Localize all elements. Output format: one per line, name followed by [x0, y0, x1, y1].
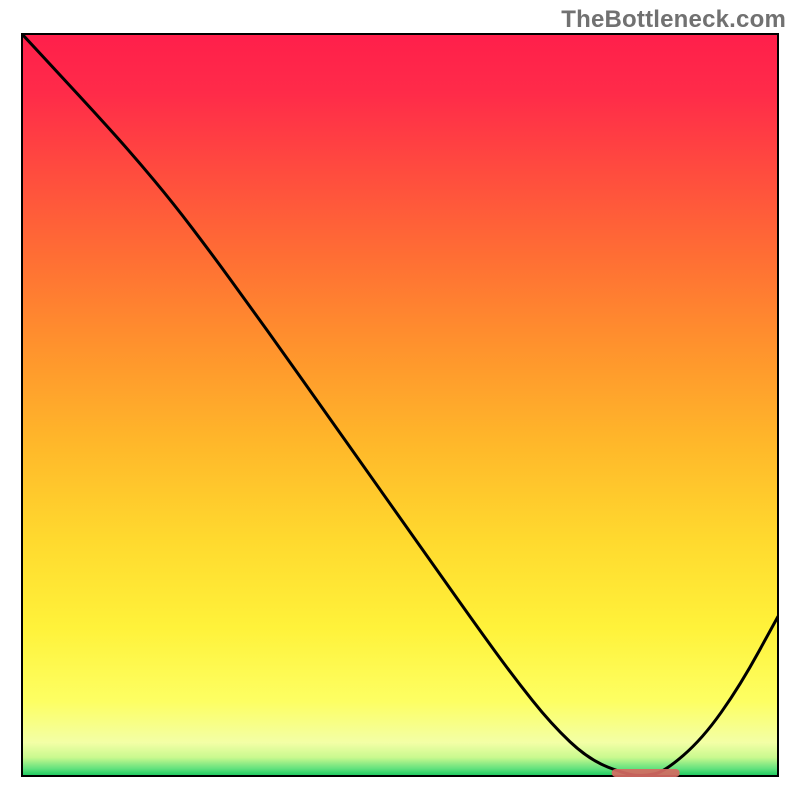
- gradient-background: [22, 34, 778, 776]
- watermark-text: TheBottleneck.com: [561, 6, 786, 34]
- optimum-marker: [612, 769, 680, 777]
- chart-container: TheBottleneck.com: [0, 0, 800, 800]
- bottleneck-chart: [0, 0, 800, 800]
